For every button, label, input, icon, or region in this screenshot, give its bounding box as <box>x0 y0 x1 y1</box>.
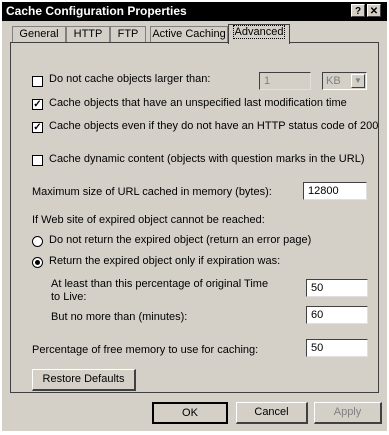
cache-no-status-200-checkbox[interactable]: ✓ <box>32 122 43 133</box>
ttl-percent-input[interactable]: 50 <box>306 279 368 297</box>
cache-no-status-200-label: Cache objects even if they do not have a… <box>49 120 379 132</box>
size-unit-select[interactable]: KB ▼ <box>322 72 367 90</box>
radio-return-expired-if-label: Return the expired object only if expira… <box>49 255 281 267</box>
tab-general[interactable]: General <box>12 26 66 43</box>
tab-http[interactable]: HTTP <box>66 26 110 43</box>
tab-advanced-label: Advanced <box>232 25 286 39</box>
help-button[interactable]: ? <box>351 4 365 17</box>
title-bar: Cache Configuration Properties ? ✕ <box>2 2 387 21</box>
tab-active-caching[interactable]: Active Caching <box>150 26 228 43</box>
free-memory-label: Percentage of free memory to use for cac… <box>32 344 259 356</box>
max-url-size-label: Maximum size of URL cached in memory (by… <box>32 186 272 198</box>
max-url-size-input[interactable]: 12800 <box>303 182 367 200</box>
cache-dynamic-label: Cache dynamic content (objects with ques… <box>49 153 365 165</box>
cancel-button[interactable]: Cancel <box>236 402 308 424</box>
apply-button[interactable]: Apply <box>314 402 382 424</box>
chevron-down-icon: ▼ <box>351 74 365 88</box>
dialog-window: Cache Configuration Properties ? ✕ Gener… <box>2 2 387 431</box>
close-button[interactable]: ✕ <box>367 4 381 17</box>
max-minutes-label: But no more than (minutes): <box>51 311 188 323</box>
restore-defaults-button[interactable]: Restore Defaults <box>32 369 136 391</box>
cache-unspecified-mod-label: Cache objects that have an unspecified l… <box>49 97 347 109</box>
cache-dynamic-checkbox[interactable] <box>32 155 43 166</box>
expired-object-heading: If Web site of expired object cannot be … <box>32 214 265 226</box>
size-unit-value: KB <box>326 75 341 87</box>
tab-advanced[interactable]: Advanced <box>228 24 290 44</box>
radio-no-return-expired-label: Do not return the expired object (return… <box>49 234 312 246</box>
no-cache-large-checkbox[interactable] <box>32 76 43 87</box>
cache-unspecified-mod-checkbox[interactable]: ✓ <box>32 99 43 110</box>
max-object-size-input[interactable]: 1 <box>259 72 311 90</box>
radio-no-return-expired[interactable] <box>32 236 43 247</box>
radio-return-expired-if[interactable] <box>32 257 43 268</box>
radio-selected-dot <box>35 260 40 265</box>
window-title: Cache Configuration Properties <box>6 4 187 18</box>
ttl-percent-label-line1: At least than this percentage of origina… <box>51 278 269 290</box>
ok-button[interactable]: OK <box>152 402 228 424</box>
tab-ftp[interactable]: FTP <box>110 26 146 43</box>
advanced-panel: Do not cache objects larger than: 1 KB ▼… <box>10 42 379 393</box>
ttl-percent-label-line2: to Live: <box>51 291 87 303</box>
free-memory-input[interactable]: 50 <box>306 339 368 357</box>
no-cache-large-label: Do not cache objects larger than: <box>49 73 211 85</box>
max-minutes-input[interactable]: 60 <box>306 306 368 324</box>
